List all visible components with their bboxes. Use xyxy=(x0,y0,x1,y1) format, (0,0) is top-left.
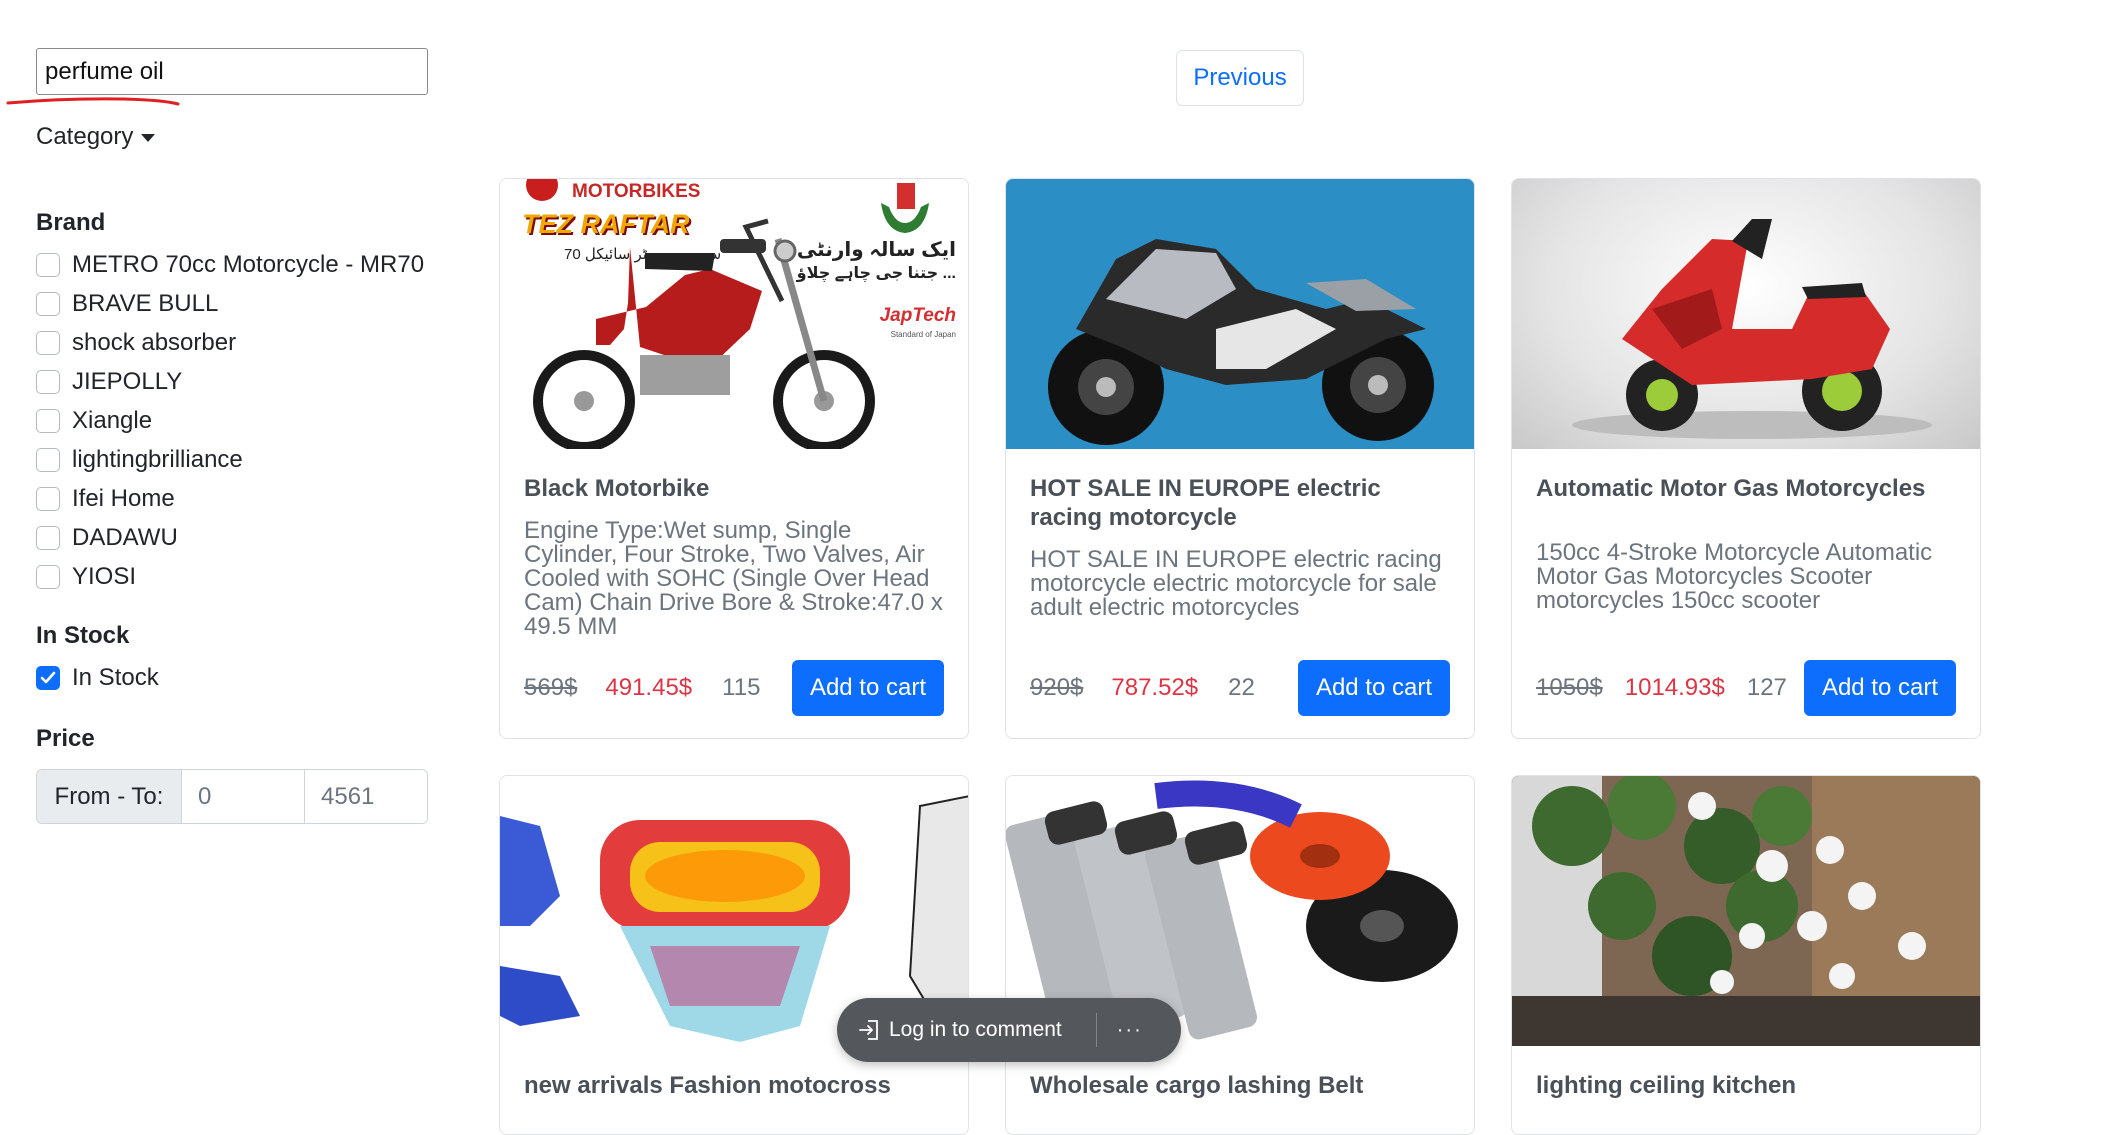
image-urdu-warranty-text: ایک سالہ وارنٹی xyxy=(796,239,956,261)
brand-label: YIOSI xyxy=(72,562,137,590)
product-image-red-motorbike[interactable]: MOTORBIKES TEZ RAFTAR 70 سی سی موٹر سائی… xyxy=(500,179,968,449)
red-underline-annotation xyxy=(6,97,180,106)
brand-label: Ifei Home xyxy=(72,484,175,512)
checkbox[interactable] xyxy=(36,486,60,511)
brand-option-dadawu[interactable]: DADAWU xyxy=(36,518,428,557)
in-stock-heading: In Stock xyxy=(36,622,130,649)
checkbox[interactable] xyxy=(36,564,60,589)
product-image-ceiling-lighting[interactable] xyxy=(1512,776,1980,1046)
caret-down-icon xyxy=(141,134,156,142)
sale-price: 1014.93$ xyxy=(1624,674,1725,701)
stock-count: 22 xyxy=(1228,674,1255,701)
scooter-illustration xyxy=(1572,219,1932,439)
image-urdu-tagline-text: جتنا جی چاہے چلاؤ ... xyxy=(796,265,956,282)
product-card: MOTORBIKES TEZ RAFTAR 70 سی سی موٹر سائی… xyxy=(499,178,969,739)
brand-label: BRAVE BULL xyxy=(72,289,219,317)
add-to-cart-button[interactable]: Add to cart xyxy=(1803,660,1956,716)
brand-heading: Brand xyxy=(36,209,106,236)
sign-in-icon xyxy=(859,1020,878,1040)
product-card: lighting ceiling kitchen xyxy=(1511,775,1981,1135)
search-input[interactable] xyxy=(36,48,428,95)
racing-motorcycle-illustration xyxy=(1048,239,1434,445)
product-title[interactable]: Automatic Motor Gas Motorcycles xyxy=(1536,474,1956,503)
product-card: HOT SALE IN EUROPE electric racing motor… xyxy=(1005,178,1475,739)
checkbox-checked[interactable] xyxy=(36,665,60,690)
original-price: 920$ xyxy=(1030,674,1084,701)
previous-page-button[interactable]: Previous xyxy=(1176,50,1304,106)
checkbox[interactable] xyxy=(36,447,60,472)
add-to-cart-button[interactable]: Add to cart xyxy=(1297,660,1450,716)
price-range-group: From - To: 0 4561 xyxy=(36,769,428,824)
stock-count: 127 xyxy=(1746,674,1787,701)
category-label: Category xyxy=(36,123,134,150)
brand-label: lightingbrilliance xyxy=(72,445,243,473)
product-description: 150cc 4-Stroke Motorcycle Automatic Moto… xyxy=(1536,539,1933,614)
price-range-label: From - To: xyxy=(37,770,182,823)
product-footer: 920$ 787.52$ 22 Add to cart xyxy=(1030,660,1450,716)
stock-count: 115 xyxy=(722,674,761,701)
product-description: Engine Type:Wet sump, Single Cylinder, F… xyxy=(524,517,943,640)
ceiling-lighting-illustration xyxy=(1512,776,1980,1046)
checkmark-icon xyxy=(40,671,56,683)
brand-option-jiepolly[interactable]: JIEPOLLY xyxy=(36,362,428,401)
product-title[interactable]: Wholesale cargo lashing Belt xyxy=(1030,1071,1450,1100)
more-options-icon[interactable]: ··· xyxy=(1117,1019,1143,1042)
in-stock-option[interactable]: In Stock xyxy=(36,658,428,697)
brand-option-xiangle[interactable]: Xiangle xyxy=(36,401,428,440)
filter-sidebar: Category Brand METRO 70cc Motorcycle - M… xyxy=(6,48,428,824)
product-image-racing-motorcycle[interactable] xyxy=(1006,179,1474,449)
product-footer: 1050$ 1014.93$ 127 Add to cart xyxy=(1536,660,1956,716)
checkbox[interactable] xyxy=(36,525,60,550)
price-to-input[interactable]: 4561 xyxy=(304,770,427,823)
product-title[interactable]: new arrivals Fashion motocross xyxy=(524,1071,944,1100)
sale-price: 491.45$ xyxy=(605,674,693,701)
brand-option-yiosi[interactable]: YIOSI xyxy=(36,557,428,596)
in-stock-label: In Stock xyxy=(72,663,159,691)
category-dropdown[interactable]: Category xyxy=(36,123,156,151)
price-heading: Price xyxy=(36,725,95,752)
product-card: new arrivals Fashion motocross xyxy=(499,775,969,1135)
checkbox[interactable] xyxy=(36,408,60,433)
brand-option-shock-absorber[interactable]: shock absorber xyxy=(36,323,428,362)
login-to-comment-label: Log in to comment xyxy=(889,1018,1062,1041)
product-description: HOT SALE IN EUROPE electric racing motor… xyxy=(1030,546,1442,621)
product-title[interactable]: HOT SALE IN EUROPE electric racing motor… xyxy=(1030,474,1450,532)
toolbar-divider xyxy=(1095,1013,1097,1047)
checkbox[interactable] xyxy=(36,291,60,316)
product-card: Automatic Motor Gas Motorcycles 150cc 4-… xyxy=(1511,178,1981,739)
product-footer: 569$ 491.45$ 115 Add to cart xyxy=(524,660,944,716)
sale-price: 787.52$ xyxy=(1111,674,1199,701)
brand-label: shock absorber xyxy=(72,328,237,356)
original-price: 1050$ xyxy=(1536,674,1603,701)
image-brand-text: MOTORBIKES xyxy=(572,181,701,202)
brand-option-lightingbrilliance[interactable]: lightingbrilliance xyxy=(36,440,428,479)
image-model-text: TEZ RAFTAR xyxy=(522,209,690,239)
brand-label: METRO 70cc Motorcycle - MR70 xyxy=(72,250,425,278)
original-price: 569$ xyxy=(524,674,578,701)
warranty-hands-icon xyxy=(881,183,929,233)
price-from-input[interactable]: 0 xyxy=(182,770,304,823)
brand-label: DADAWU xyxy=(72,523,178,551)
image-logo-text: JapTech xyxy=(879,305,956,326)
image-logo-subtext: Standard of Japan xyxy=(890,330,956,339)
login-to-comment-button[interactable]: Log in to comment xyxy=(837,1018,1062,1042)
product-title[interactable]: lighting ceiling kitchen xyxy=(1536,1071,1956,1100)
brand-option-ifei-home[interactable]: Ifei Home xyxy=(36,479,428,518)
brand-option-metro[interactable]: METRO 70cc Motorcycle - MR70 xyxy=(36,245,428,284)
checkbox[interactable] xyxy=(36,252,60,277)
brand-label: JIEPOLLY xyxy=(72,367,183,395)
checkbox[interactable] xyxy=(36,369,60,394)
brand-option-brave-bull[interactable]: BRAVE BULL xyxy=(36,284,428,323)
product-title[interactable]: Black Motorbike xyxy=(524,474,944,503)
checkbox[interactable] xyxy=(36,330,60,355)
product-card: Wholesale cargo lashing Belt xyxy=(1005,775,1475,1135)
add-to-cart-button[interactable]: Add to cart xyxy=(791,660,944,716)
image-urdu-model-text: 70 سی سی موٹر سائیکل xyxy=(564,246,722,263)
comment-toolbar: Log in to comment ··· xyxy=(837,998,1181,1062)
product-image-red-scooter[interactable] xyxy=(1512,179,1980,449)
brand-label: Xiangle xyxy=(72,406,153,434)
